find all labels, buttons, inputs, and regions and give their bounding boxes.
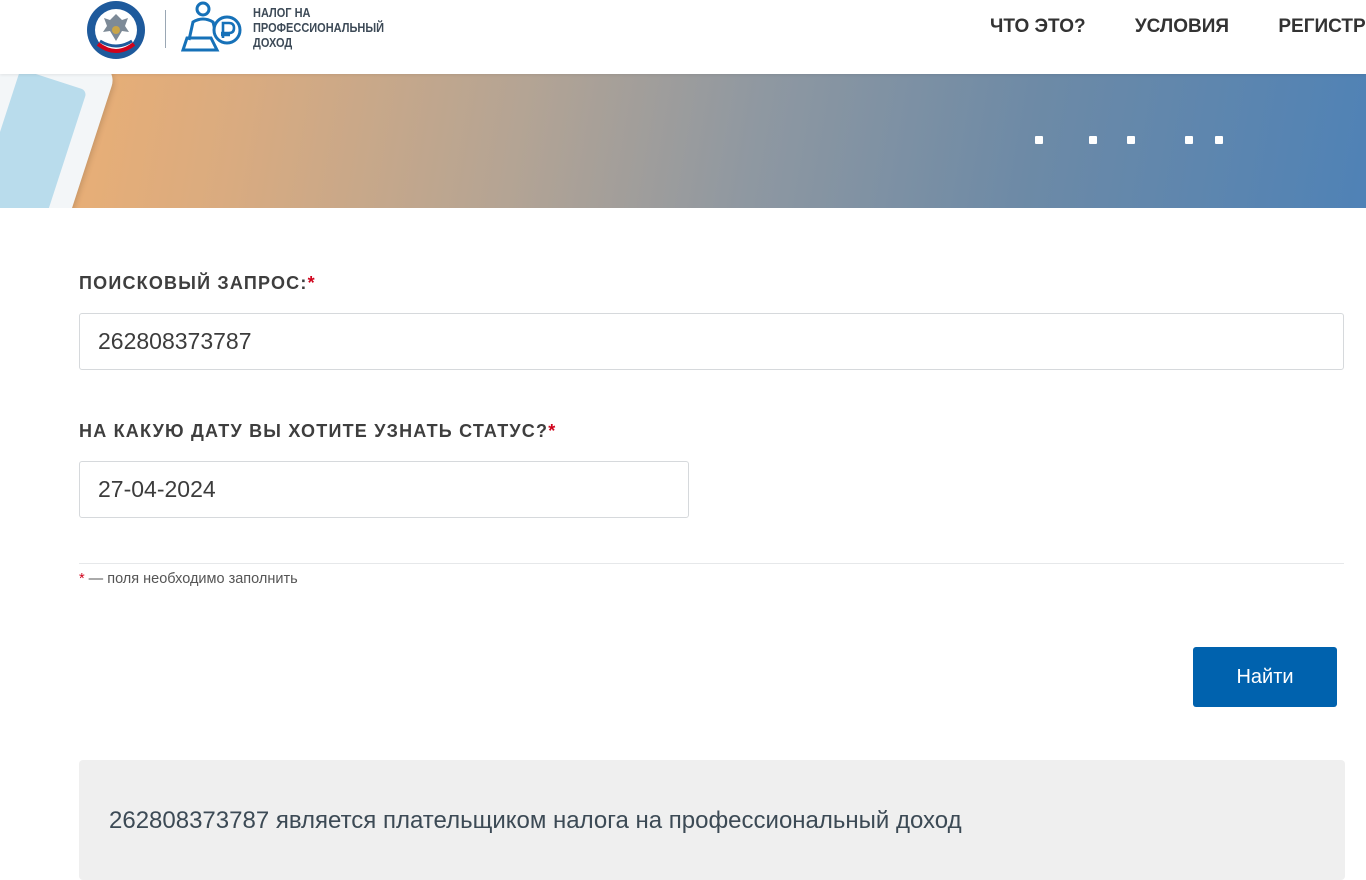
logo-text-line-2: ПРОФЕССИОНАЛЬНЫЙ xyxy=(253,21,384,35)
query-label-text: ПОИСКОВЫЙ ЗАПРОС: xyxy=(79,273,308,293)
search-query-input[interactable] xyxy=(79,313,1344,370)
logo-text[interactable]: НАЛОГ НА ПРОФЕССИОНАЛЬНЫЙ ДОХОД xyxy=(253,6,394,51)
self-employed-person-ruble-icon[interactable] xyxy=(181,0,245,58)
required-mark: * xyxy=(307,273,316,293)
nav-item-registration[interactable]: РЕГИСТР xyxy=(1278,16,1365,38)
logo-text-line-3: ДОХОД xyxy=(253,36,293,50)
site-header: НАЛОГ НА ПРОФЕССИОНАЛЬНЫЙ ДОХОД ЧТО ЭТО?… xyxy=(0,0,1366,74)
status-date-input[interactable] xyxy=(79,461,689,518)
hero-banner xyxy=(0,74,1366,208)
nav-item-what-is-it[interactable]: ЧТО ЭТО? xyxy=(990,16,1086,38)
search-button[interactable]: Найти xyxy=(1193,647,1337,707)
main-nav: ЧТО ЭТО? УСЛОВИЯ РЕГИСТР xyxy=(990,16,1366,38)
required-mark: * xyxy=(548,421,557,441)
fns-emblem-icon[interactable] xyxy=(86,0,146,60)
logo-divider xyxy=(165,10,166,48)
date-label-text: НА КАКУЮ ДАТУ ВЫ ХОТИТЕ УЗНАТЬ СТАТУС? xyxy=(79,421,549,441)
phone-illustration xyxy=(0,74,118,208)
date-label: НА КАКУЮ ДАТУ ВЫ ХОТИТЕ УЗНАТЬ СТАТУС?* xyxy=(79,421,556,442)
banner-decoration xyxy=(1035,136,1225,148)
query-label: ПОИСКОВЫЙ ЗАПРОС:* xyxy=(79,273,316,294)
required-note-text: — поля необходимо заполнить xyxy=(84,571,298,587)
form-divider xyxy=(79,563,1344,564)
nav-item-conditions[interactable]: УСЛОВИЯ xyxy=(1135,16,1229,38)
logo-text-line-1: НАЛОГ НА xyxy=(253,6,311,20)
phone-screen xyxy=(0,74,88,208)
required-fields-note: * — поля необходимо заполнить xyxy=(79,571,298,587)
result-message: 262808373787 является плательщиком налог… xyxy=(109,807,962,834)
result-panel: 262808373787 является плательщиком налог… xyxy=(79,760,1345,880)
